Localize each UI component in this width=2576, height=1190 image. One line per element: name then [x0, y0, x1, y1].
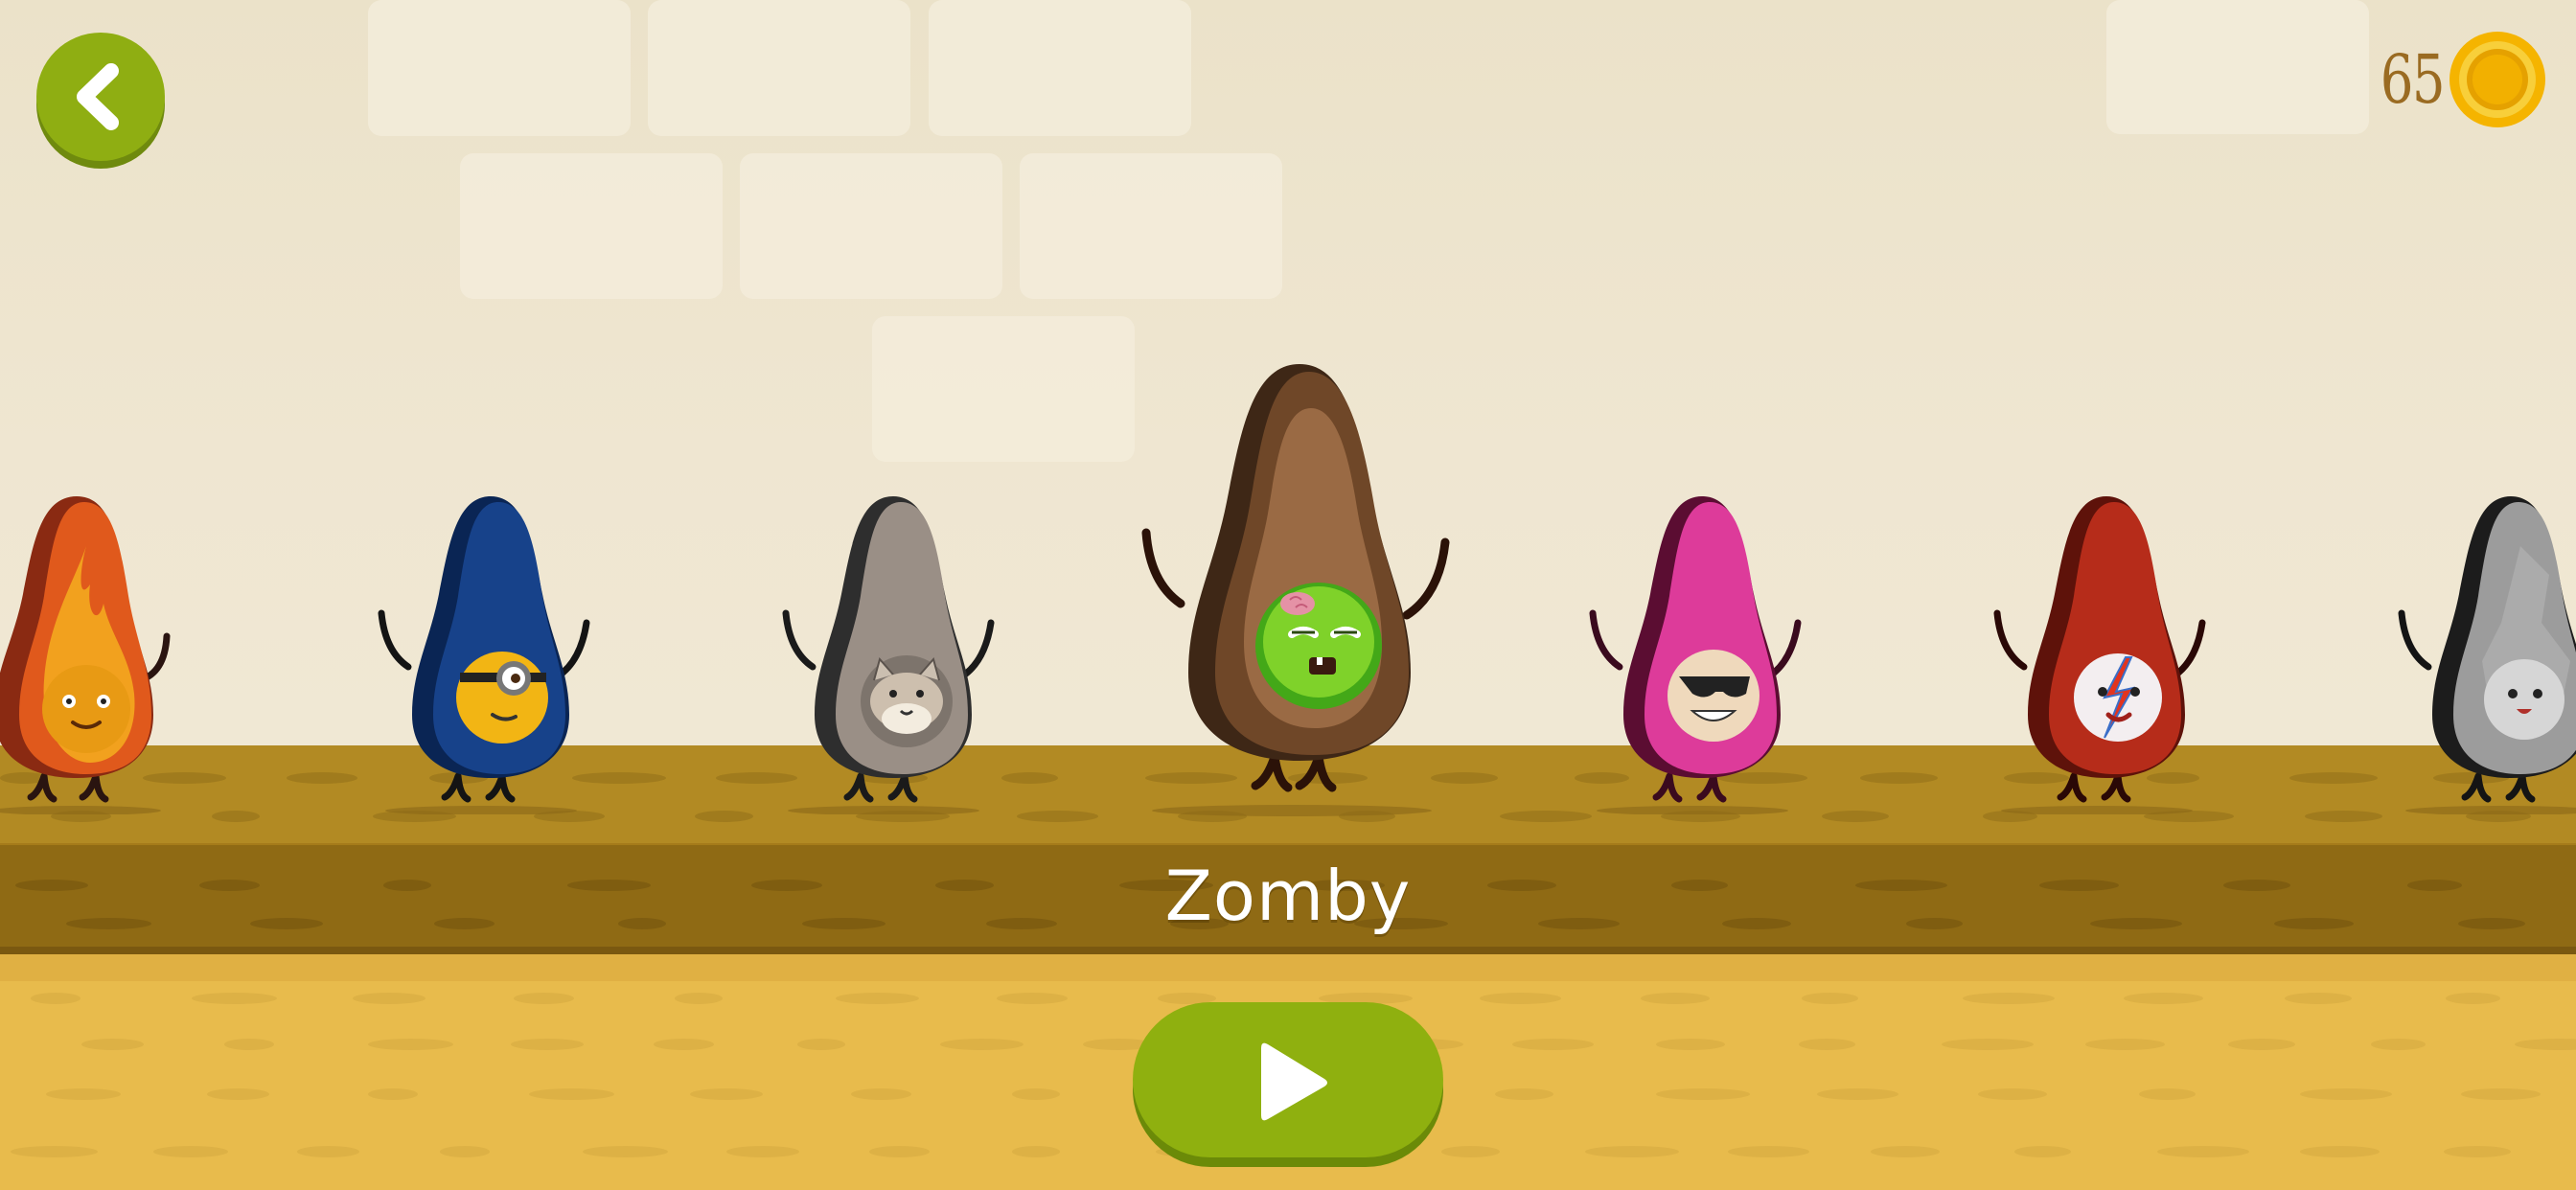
selected-character-name: Zomby — [1164, 856, 1412, 936]
texture-spot — [212, 811, 260, 822]
texture-spot — [207, 1088, 269, 1100]
texture-spot — [2300, 1088, 2392, 1100]
texture-spot — [796, 1039, 845, 1050]
coin-icon — [2450, 32, 2545, 127]
texture-spot — [2228, 1039, 2295, 1050]
texture-spot — [1942, 1039, 2035, 1050]
shelf-edge — [0, 947, 2576, 954]
texture-spot — [725, 1146, 799, 1157]
character-fire[interactable] — [0, 489, 201, 814]
texture-spot — [1500, 811, 1592, 822]
chevron-left-icon — [77, 63, 119, 130]
texture-spot — [2157, 1146, 2249, 1157]
texture-spot — [940, 1039, 1024, 1050]
texture-spot — [2446, 993, 2500, 1004]
texture-spot — [2285, 993, 2352, 1004]
texture-spot — [31, 993, 80, 1004]
texture-spot — [1656, 1088, 1750, 1100]
texture-spot — [1860, 772, 1939, 784]
texture-spot — [675, 993, 723, 1004]
texture-spot — [1495, 1088, 1553, 1100]
game-scene: Zomby 65 — [0, 0, 2576, 1190]
character-minion[interactable] — [374, 489, 604, 814]
texture-spot — [869, 1146, 930, 1157]
texture-spot — [2139, 1088, 2196, 1100]
texture-spot — [286, 772, 357, 784]
texture-spot — [2013, 1146, 2071, 1157]
texture-spot — [851, 1088, 911, 1100]
texture-spot — [2289, 772, 2379, 784]
texture-spot — [1871, 1146, 1941, 1157]
texture-spot — [353, 993, 426, 1004]
texture-spot — [1017, 811, 1098, 822]
texture-spot — [1822, 811, 1889, 822]
texture-spot — [2461, 1088, 2541, 1100]
texture-spot — [1963, 993, 2055, 1004]
floor-edge — [0, 954, 2576, 981]
texture-spot — [1012, 1088, 1060, 1100]
texture-spot — [2124, 993, 2203, 1004]
character-bowie[interactable] — [1990, 489, 2220, 814]
coin-counter: 65 — [2362, 29, 2547, 130]
texture-spot — [1584, 1146, 1679, 1157]
character-stone[interactable] — [2394, 489, 2576, 814]
texture-spot — [81, 1039, 144, 1050]
texture-spot — [695, 811, 753, 822]
coin-count: 65 — [2380, 40, 2446, 119]
texture-spot — [1728, 1146, 1809, 1157]
texture-spot — [1799, 1039, 1855, 1050]
texture-spot — [2305, 811, 2382, 822]
texture-spot — [296, 1146, 359, 1157]
texture-spot — [1441, 1146, 1501, 1157]
texture-spot — [654, 1039, 715, 1050]
texture-spot — [511, 1039, 584, 1050]
texture-spot — [997, 993, 1068, 1004]
texture-spot — [1480, 993, 1561, 1004]
texture-spot — [1978, 1088, 2047, 1100]
texture-spot — [2371, 1039, 2426, 1050]
texture-spot — [46, 1088, 121, 1100]
texture-spot — [529, 1088, 614, 1100]
texture-spot — [1817, 1088, 1898, 1100]
play-icon — [1261, 1042, 1327, 1121]
texture-spot — [367, 1039, 453, 1050]
play-button[interactable] — [1133, 1002, 1443, 1157]
texture-spot — [2084, 1039, 2165, 1050]
texture-spot — [440, 1146, 490, 1157]
texture-spot — [368, 1088, 418, 1100]
texture-spot — [192, 993, 277, 1004]
texture-spot — [2300, 1146, 2380, 1157]
texture-spot — [11, 1146, 98, 1157]
texture-spot — [836, 993, 919, 1004]
texture-spot — [1512, 1039, 1595, 1050]
texture-spot — [2443, 1146, 2511, 1157]
back-button[interactable] — [36, 33, 165, 161]
texture-spot — [1655, 1039, 1725, 1050]
texture-spot — [1012, 1146, 1061, 1157]
character-cat[interactable] — [778, 489, 1008, 814]
texture-spot — [224, 1039, 275, 1050]
texture-spot — [1001, 772, 1059, 784]
texture-spot — [1641, 993, 1710, 1004]
texture-spot — [514, 993, 574, 1004]
character-sunglasses[interactable] — [1585, 489, 1815, 814]
texture-spot — [153, 1146, 229, 1157]
texture-spot — [1802, 993, 1858, 1004]
texture-spot — [583, 1146, 669, 1157]
texture-spot — [690, 1088, 763, 1100]
character-zomby-selected[interactable] — [1131, 355, 1457, 824]
